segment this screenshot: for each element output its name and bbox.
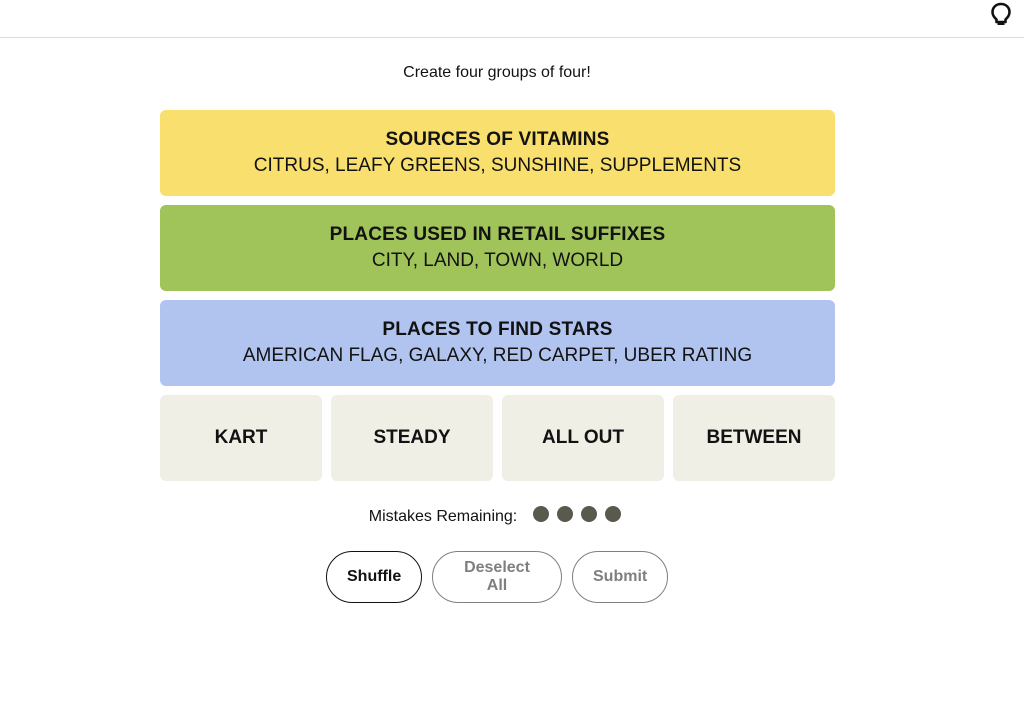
mistake-dots — [529, 506, 625, 527]
solved-group-stars: PLACES TO FIND STARS AMERICAN FLAG, GALA… — [160, 300, 835, 386]
shuffle-button[interactable]: Shuffle — [326, 551, 422, 603]
mistake-dot — [557, 506, 574, 522]
group-title: PLACES TO FIND STARS — [382, 319, 613, 340]
game-board: SOURCES OF VITAMINS CITRUS, LEAFY GREENS… — [160, 110, 835, 481]
word-tile-all-out[interactable]: ALL OUT — [502, 395, 664, 481]
mistake-dot — [581, 506, 598, 522]
tile-row: KART STEADY ALL OUT BETWEEN — [160, 395, 835, 481]
group-title: PLACES USED IN RETAIL SUFFIXES — [329, 224, 666, 245]
mistakes-remaining: Mistakes Remaining: — [0, 506, 994, 527]
word-tile-kart[interactable]: KART — [160, 395, 322, 481]
lightbulb-icon — [991, 2, 1011, 25]
instruction-text: Create four groups of four! — [403, 64, 591, 81]
group-members: AMERICAN FLAG, GALAXY, RED CARPET, UBER … — [242, 345, 753, 366]
mistake-dot — [533, 506, 550, 522]
mistakes-label: Mistakes Remaining: — [368, 507, 518, 525]
word-tile-steady[interactable]: STEADY — [331, 395, 493, 481]
word-tile-between[interactable]: BETWEEN — [673, 395, 835, 481]
controls: Shuffle Deselect All Submit — [0, 551, 994, 603]
submit-button[interactable]: Submit — [572, 551, 668, 603]
group-title: SOURCES OF VITAMINS — [385, 129, 610, 150]
group-members: CITRUS, LEAFY GREENS, SUNSHINE, SUPPLEME… — [253, 155, 742, 176]
hint-button[interactable] — [988, 0, 1014, 30]
deselect-all-button[interactable]: Deselect All — [432, 551, 562, 603]
solved-group-retail-suffixes: PLACES USED IN RETAIL SUFFIXES CITY, LAN… — [160, 205, 835, 291]
solved-group-vitamins: SOURCES OF VITAMINS CITRUS, LEAFY GREENS… — [160, 110, 835, 196]
top-bar — [0, 0, 1024, 38]
mistake-dot — [605, 506, 622, 522]
group-members: CITY, LAND, TOWN, WORLD — [371, 250, 624, 271]
